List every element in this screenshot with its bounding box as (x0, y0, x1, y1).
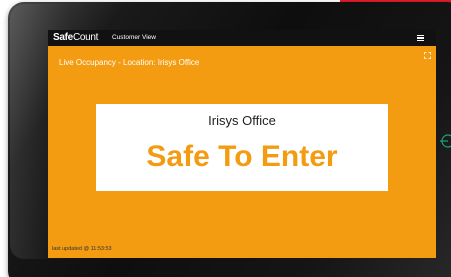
expand-icon[interactable] (424, 52, 431, 59)
location-heading: Live Occupancy - Location: Irisys Office (59, 58, 200, 67)
hamburger-menu-icon[interactable] (417, 35, 424, 42)
app-screen: SafeCount Customer View Live Occupancy -… (48, 30, 436, 258)
view-label: Customer View (112, 34, 156, 41)
location-name: Irisys Office (208, 113, 276, 128)
last-updated-text: last updated @ 11:53:53 (52, 246, 112, 252)
occupancy-status: Safe To Enter (146, 140, 338, 173)
top-bar: SafeCount Customer View (48, 30, 436, 46)
logo-count: Count (72, 32, 99, 43)
power-icon (440, 134, 451, 148)
safecount-logo: SafeCount (53, 32, 98, 44)
photo-scene: SafeCount Customer View Live Occupancy -… (0, 0, 451, 277)
logo-safe: Safe (53, 32, 73, 43)
status-card: Irisys Office Safe To Enter (96, 104, 388, 191)
